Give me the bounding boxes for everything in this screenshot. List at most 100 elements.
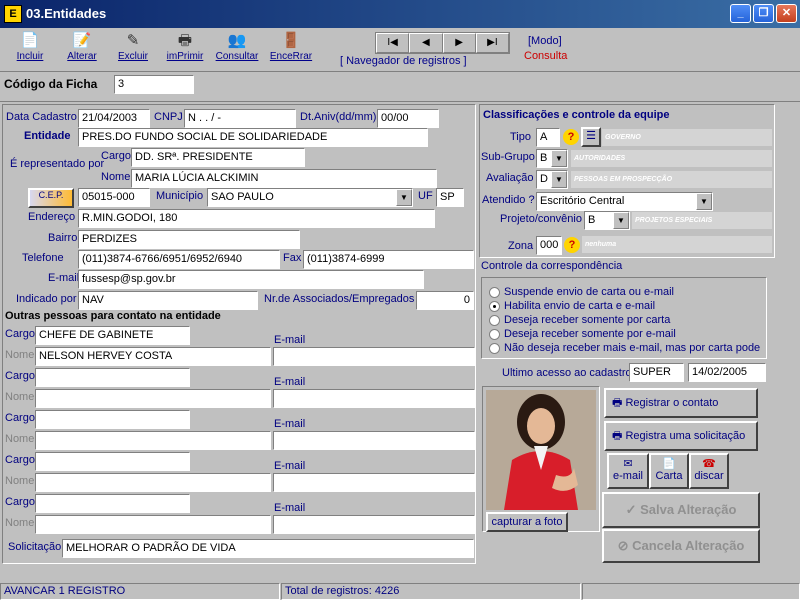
close-button[interactable]: ✕ (776, 4, 797, 23)
contact-cargo-field[interactable] (35, 494, 190, 513)
contact-email-field[interactable] (273, 389, 475, 408)
solicitacao-field[interactable]: MELHORAR O PADRÃO DE VIDA (62, 539, 474, 558)
codigo-field[interactable]: 3 (114, 75, 194, 94)
edit-doc-icon: 📝 (72, 32, 92, 49)
letter-icon: 📄 (662, 458, 676, 470)
nav-next-button[interactable]: ▶ (442, 33, 476, 53)
contact-nome-field[interactable] (35, 473, 271, 492)
contact-email-label: E-mail (274, 502, 306, 514)
contact-cargo-label: Cargo (5, 496, 35, 508)
contact-email-field[interactable] (273, 515, 475, 534)
avaliacao-select[interactable]: D ▼ (536, 170, 568, 189)
endereco-field[interactable]: R.MIN.GODOI, 180 (78, 209, 435, 228)
atendido-select[interactable]: Escritório Central ▼ (536, 192, 713, 211)
contact-cargo-field[interactable] (35, 410, 190, 429)
nav-last-button[interactable]: ▶I (475, 33, 509, 53)
chevron-down-icon[interactable]: ▼ (551, 171, 567, 188)
radio-icon[interactable] (489, 314, 500, 326)
zona-desc: nenhuma (582, 236, 772, 253)
fax-label: Fax (283, 252, 302, 264)
salva-alteracao-button[interactable]: ✓ Salva Alteração (602, 492, 760, 528)
imprimir-button[interactable]: 🖶 imPrimir (160, 31, 210, 69)
tipo-field[interactable]: A (536, 128, 560, 147)
corresp-option[interactable]: Não deseja receber mais e-mail, mas por … (489, 342, 760, 354)
data-cadastro-field[interactable]: 21/04/2003 (78, 109, 150, 128)
radio-icon[interactable] (489, 286, 500, 298)
help-icon[interactable]: ? (563, 129, 579, 145)
email-field[interactable]: fussesp@sp.gov.br (78, 270, 424, 289)
contact-cargo-field[interactable]: CHEFE DE GABINETE (35, 326, 190, 345)
contact-nome-field[interactable] (35, 431, 271, 450)
bairro-label: Bairro (48, 232, 78, 244)
dt-aniv-field[interactable]: 00/00 (377, 109, 439, 128)
minimize-button[interactable]: _ (730, 4, 751, 23)
entidade-field[interactable]: PRES.DO FUNDO SOCIAL DE SOLIDARIEDADE (78, 128, 428, 147)
contact-email-label: E-mail (274, 376, 306, 388)
registrar-contato-button[interactable]: 🖶 Registrar o contato (604, 388, 758, 418)
zona-label: Zona (508, 240, 534, 252)
cargo-field[interactable]: DD. SRª. PRESIDENTE (131, 148, 305, 167)
alterar-button[interactable]: 📝 Alterar (57, 31, 107, 69)
endereco-label: Endereço (28, 211, 76, 223)
municipio-select[interactable]: SAO PAULO ▼ (207, 188, 413, 207)
status-left: AVANCAR 1 REGISTRO (0, 583, 280, 600)
nome-field[interactable]: MARIA LÚCIA ALCKIMIN (131, 169, 437, 188)
uf-field[interactable]: SP (436, 188, 464, 207)
mode-value: Consulta (524, 50, 568, 62)
maximize-button[interactable]: ❐ (753, 4, 774, 23)
chevron-down-icon[interactable]: ▼ (551, 150, 567, 167)
cep-button[interactable]: C.E.P. (28, 188, 74, 208)
subgrupo-select[interactable]: B ▼ (536, 149, 568, 168)
excluir-button[interactable]: ✎ Excluir (108, 31, 158, 69)
discar-button[interactable]: ☎ discar (689, 453, 729, 489)
help-icon[interactable]: ? (564, 237, 580, 253)
corresp-option[interactable]: Suspende envio de carta ou e-mail (489, 286, 674, 298)
nav-prev-button[interactable]: ◀ (409, 33, 443, 53)
contact-nome-label: Nome (5, 475, 35, 487)
consultar-button[interactable]: 👥 Consultar (212, 31, 262, 69)
associados-field[interactable]: 0 (416, 291, 474, 310)
contact-email-field[interactable] (273, 431, 475, 450)
indicado-field[interactable]: NAV (78, 291, 258, 310)
cancela-alteracao-button[interactable]: ⊘ Cancela Alteração (602, 529, 760, 563)
corresp-option[interactable]: Deseja receber somente por e-mail (489, 328, 676, 340)
projeto-select[interactable]: B ▼ (584, 211, 630, 230)
encerrar-button[interactable]: 🚪 EnceRrar (266, 31, 316, 69)
carta-button[interactable]: 📄 Carta (649, 453, 689, 489)
registra-solicitacao-button[interactable]: 🖶 Registra uma solicitação (604, 421, 758, 451)
contact-email-field[interactable] (273, 473, 475, 492)
cep-field[interactable]: 05015-000 (78, 188, 150, 207)
contact-cargo-field[interactable] (35, 368, 190, 387)
corresp-option[interactable]: Deseja receber somente por carta (489, 314, 670, 326)
fax-field[interactable]: (011)3874-6999 (303, 250, 474, 269)
contact-nome-label: Nome (5, 391, 35, 403)
incluir-button[interactable]: 📄 Incluir (5, 31, 55, 69)
contact-email-field[interactable] (273, 347, 475, 366)
contact-nome-field[interactable] (35, 389, 271, 408)
bairro-field[interactable]: PERDIZES (78, 230, 300, 249)
chevron-down-icon[interactable]: ▼ (696, 193, 712, 210)
contact-cargo-label: Cargo (5, 328, 35, 340)
contact-cargo-label: Cargo (5, 370, 35, 382)
radio-icon[interactable] (489, 328, 500, 340)
contact-nome-field[interactable] (35, 515, 271, 534)
contact-cargo-field[interactable] (35, 452, 190, 471)
email-button[interactable]: ✉ e-mail (607, 453, 649, 489)
corresp-option[interactable]: Habilita envio de carta e e-mail (489, 300, 655, 312)
list-icon[interactable]: ☰ (581, 127, 601, 147)
radio-icon[interactable] (489, 300, 500, 312)
mode-label: [Modo] (528, 35, 562, 47)
radio-icon[interactable] (489, 342, 500, 354)
capturar-foto-button[interactable]: capturar a foto (486, 512, 568, 532)
chevron-down-icon[interactable]: ▼ (396, 189, 412, 206)
chevron-down-icon[interactable]: ▼ (613, 212, 629, 229)
printer-icon: 🖶 (612, 430, 626, 442)
zona-field[interactable]: 000 (536, 236, 562, 255)
contacts-title: Outras pessoas para contato na entidade (5, 310, 221, 322)
title-bar: E 03.Entidades _ ❐ ✕ (0, 0, 800, 28)
printer-icon: 🖶 (177, 32, 193, 49)
telefone-field[interactable]: (011)3874-6766/6951/6952/6940 (78, 250, 280, 269)
nav-first-button[interactable]: I◀ (376, 33, 410, 53)
contact-nome-field[interactable]: NELSON HERVEY COSTA (35, 347, 271, 366)
cnpj-field[interactable]: N . . / - (184, 109, 296, 128)
